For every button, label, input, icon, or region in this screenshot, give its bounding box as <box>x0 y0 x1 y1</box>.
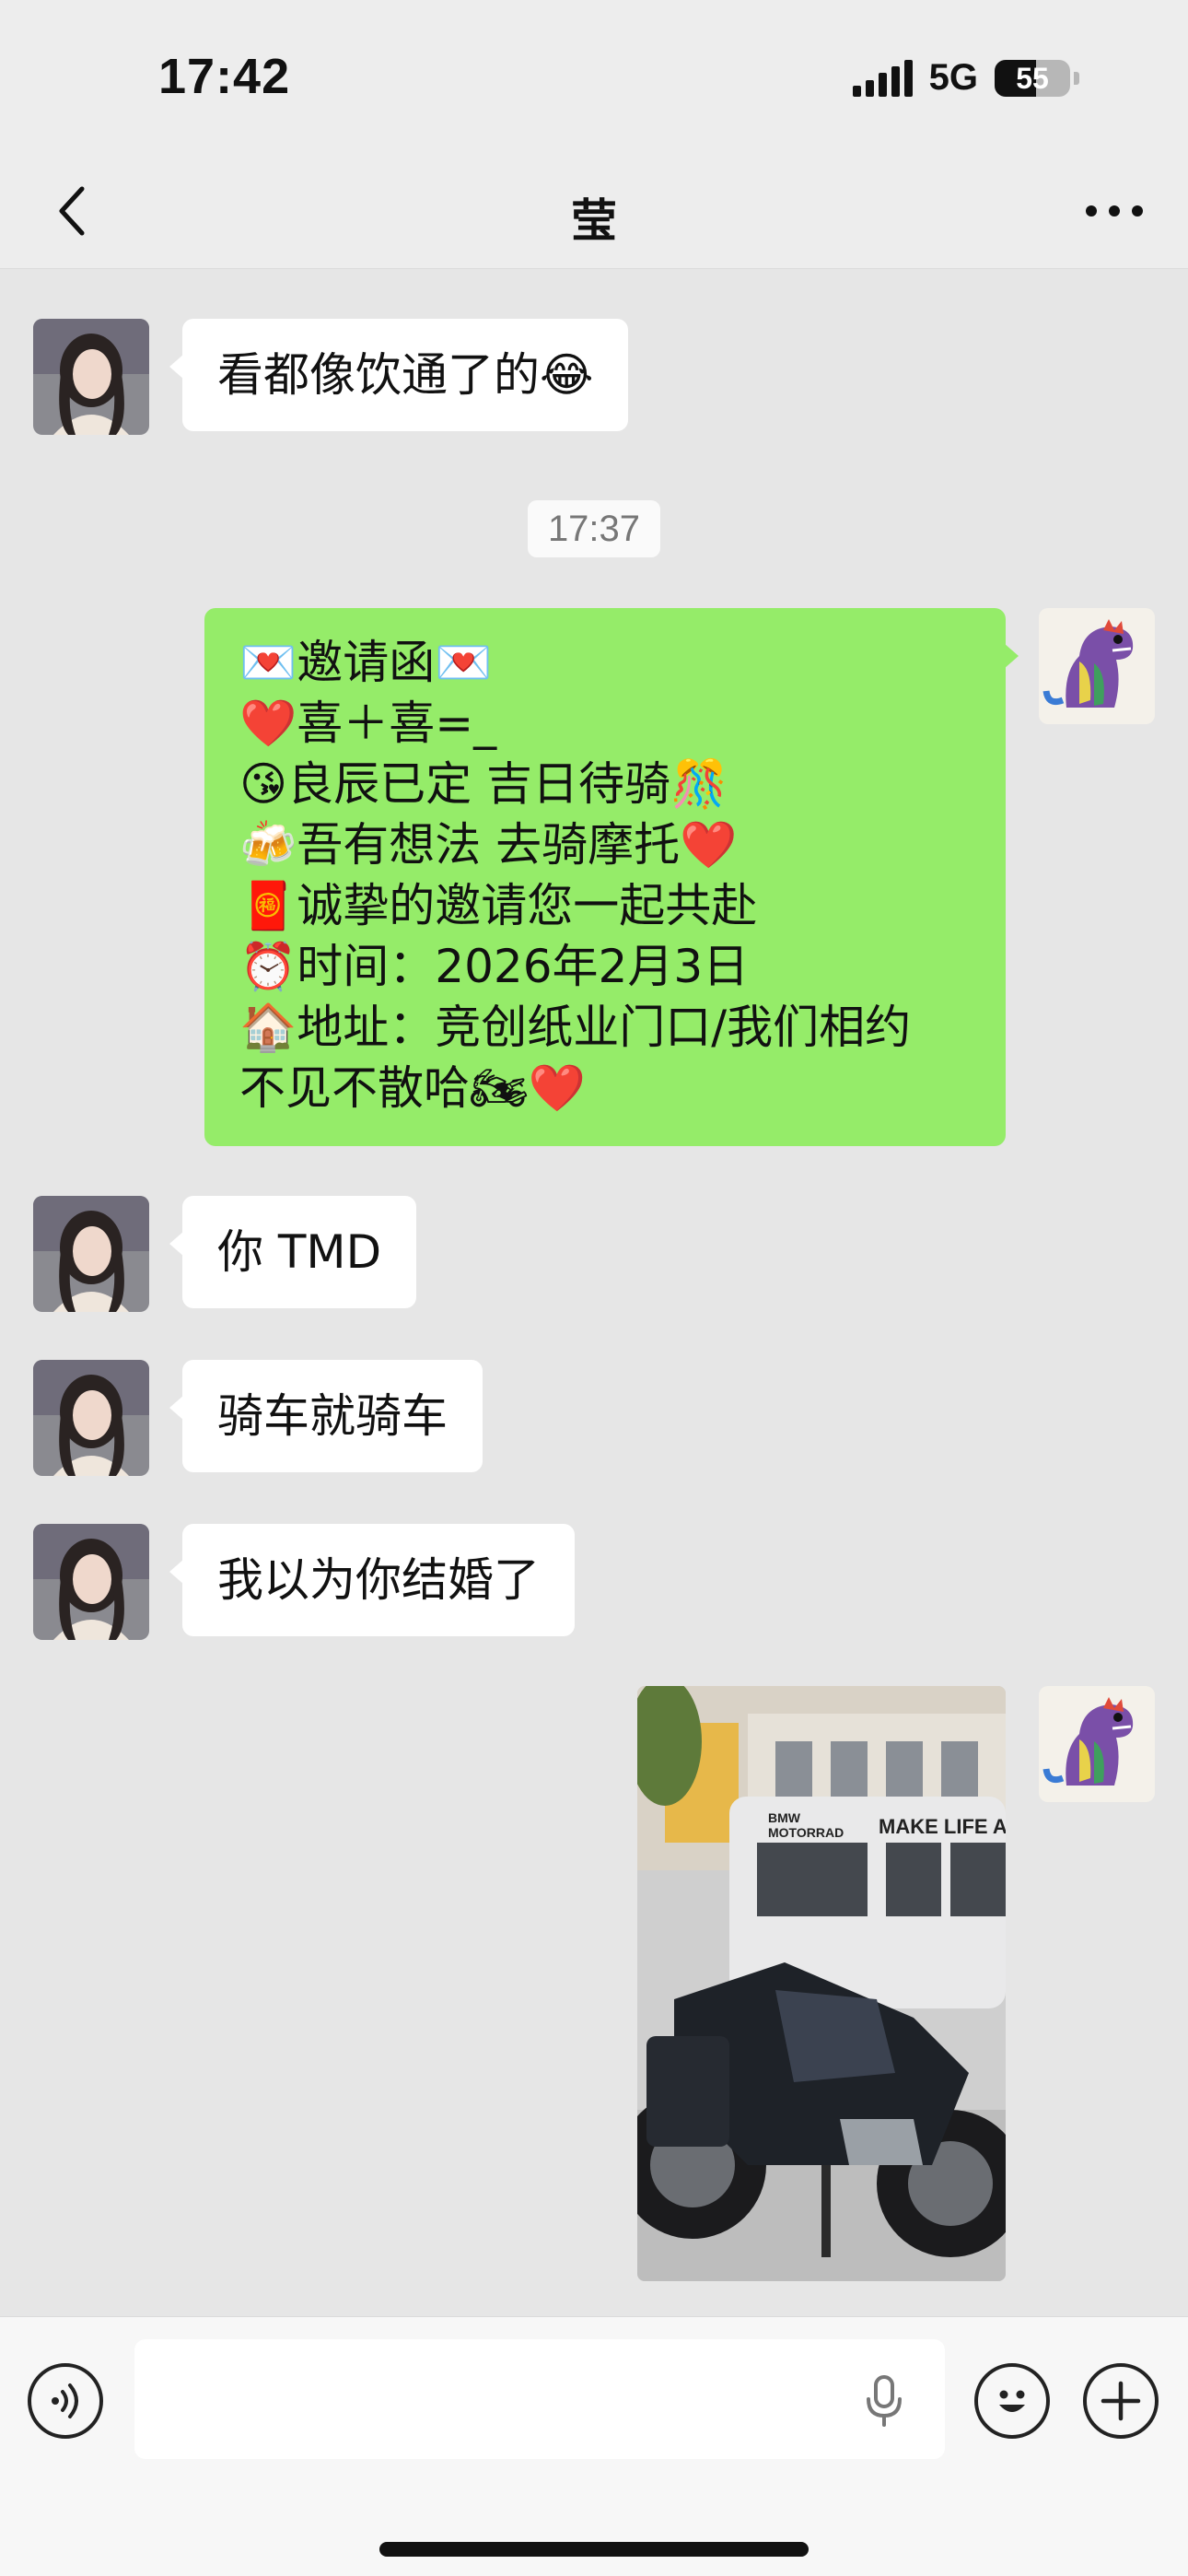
home-indicator <box>379 2542 809 2557</box>
message-line: 😘良辰已定 吉日待骑🎊 <box>239 757 728 811</box>
battery-icon: 55 <box>995 59 1070 97</box>
microphone-icon <box>867 2375 902 2427</box>
message-line: 💌邀请函💌 <box>239 636 493 689</box>
contact-avatar[interactable] <box>33 1196 149 1312</box>
message-input[interactable] <box>134 2339 945 2459</box>
message-text: 你 TMD <box>217 1225 382 1279</box>
chat-header: 莹 <box>0 157 1188 269</box>
dinosaur-avatar-image <box>1039 608 1155 724</box>
battery-percent: 55 <box>1016 61 1049 95</box>
motorcycle-photo: BMW MOTORRAD MAKE LIFE A <box>637 1686 1006 2281</box>
message-line: 🧧诚挚的邀请您一起共赴 <box>239 879 758 932</box>
more-button[interactable] <box>1077 179 1151 243</box>
dinosaur-avatar-image <box>1039 1686 1155 1802</box>
message-text: 我以为你结婚了 <box>217 1553 540 1607</box>
message-text: 看都像饮通了的😂 <box>217 348 594 402</box>
message-text: 骑车就骑车 <box>217 1389 448 1443</box>
status-indicators: 5G 55 <box>852 57 1079 99</box>
image-text: BMW <box>768 1810 801 1825</box>
contact-avatar-image <box>33 1524 149 1640</box>
message-bubble-incoming[interactable]: 看都像饮通了的😂 <box>169 319 629 431</box>
status-bar: 17:42 5G 55 <box>0 0 1188 157</box>
self-avatar[interactable] <box>1039 608 1155 724</box>
message-line: 不见不散哈🏍❤️ <box>239 1061 586 1115</box>
microphone-button[interactable] <box>856 2369 912 2433</box>
status-time: 17:42 <box>158 49 291 104</box>
chat-messages[interactable]: 看都像饮通了的😂 17:37 💌邀请函💌 ❤️喜＋喜=_ 😘良辰已定 吉日待骑🎊… <box>0 269 1188 2316</box>
contact-avatar-image <box>33 319 149 435</box>
input-bar <box>0 2316 1188 2576</box>
message-image-motorcycle[interactable]: BMW MOTORRAD MAKE LIFE A <box>637 1686 1006 2281</box>
add-button[interactable] <box>1083 2363 1159 2439</box>
chat-title: 莹 <box>571 194 617 248</box>
self-avatar[interactable] <box>1039 1686 1155 1802</box>
contact-avatar-image <box>33 1360 149 1476</box>
image-text: MOTORRAD <box>768 1825 844 1840</box>
message-timestamp: 17:37 <box>528 500 660 557</box>
network-type: 5G <box>928 57 978 98</box>
voice-button[interactable] <box>28 2363 103 2439</box>
message-line: 🍻吾有想法 去骑摩托❤️ <box>239 818 738 872</box>
message-bubble-outgoing[interactable]: 💌邀请函💌 ❤️喜＋喜=_ 😘良辰已定 吉日待骑🎊 🍻吾有想法 去骑摩托❤️ 🧧… <box>204 608 1019 1146</box>
contact-avatar-image <box>33 1196 149 1312</box>
emoji-button[interactable] <box>974 2363 1050 2439</box>
message-bubble-incoming[interactable]: 骑车就骑车 <box>169 1360 483 1472</box>
message-bubble-incoming[interactable]: 你 TMD <box>169 1196 417 1308</box>
message-line: 🏠地址：竞创纸业门口/我们相约 <box>239 1001 912 1054</box>
more-dots-icon <box>1086 205 1143 217</box>
contact-avatar[interactable] <box>33 1524 149 1640</box>
emoji-icon <box>999 2390 1025 2412</box>
voice-icon <box>52 2383 78 2418</box>
message-line: ⏰时间：2026年2月3日 <box>239 940 750 993</box>
signal-icon <box>852 59 913 97</box>
message-line: ❤️喜＋喜=_ <box>239 697 497 750</box>
message-bubble-incoming[interactable]: 我以为你结婚了 <box>169 1524 575 1636</box>
contact-avatar[interactable] <box>33 1360 149 1476</box>
image-text: MAKE LIFE A <box>879 1815 1006 1838</box>
battery-cap <box>1074 71 1079 85</box>
plus-icon <box>1101 2381 1141 2421</box>
contact-avatar[interactable] <box>33 319 149 435</box>
